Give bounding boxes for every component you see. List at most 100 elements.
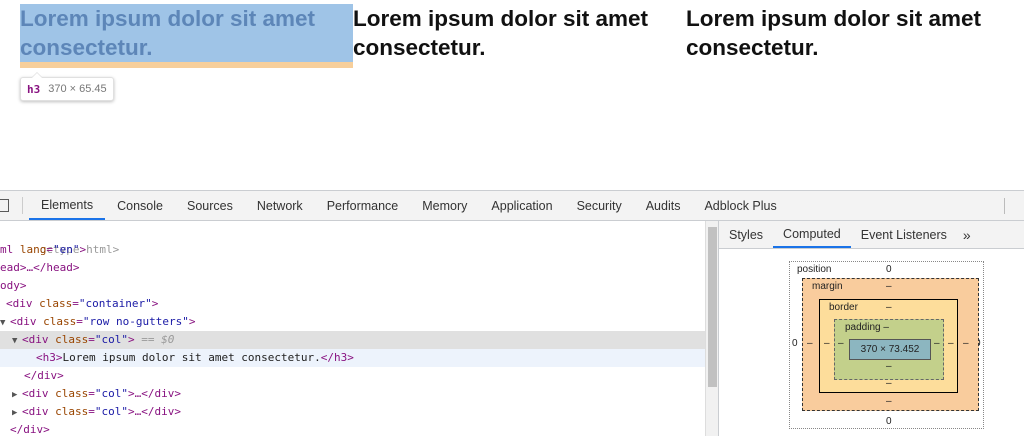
margin-top-value[interactable]: –: [886, 281, 892, 292]
node-attr: lang: [19, 243, 47, 256]
node-attr-value: "en": [53, 243, 80, 256]
node-close: >: [188, 315, 196, 328]
border-right-value[interactable]: –: [948, 338, 954, 349]
collapse-triangle-icon[interactable]: ▼: [12, 332, 22, 350]
node-tag: ml: [0, 243, 14, 256]
heading-text: Lorem ipsum dolor sit amet consectetur.: [686, 6, 982, 60]
tab-styles[interactable]: Styles: [719, 221, 773, 248]
node-tag: <div: [22, 405, 49, 418]
node-tag: <div: [6, 297, 33, 310]
border-top-value[interactable]: –: [886, 302, 892, 313]
tab-adblock-plus[interactable]: Adblock Plus: [692, 191, 788, 220]
tree-node[interactable]: </div>: [0, 421, 705, 439]
margin-right-value[interactable]: –: [963, 338, 969, 349]
tooltip-tag: h3: [27, 82, 41, 96]
selected-marker: == $0: [134, 333, 175, 346]
heading-text: Lorem ipsum dolor sit amet consectetur.: [20, 6, 316, 60]
node-tag: <div: [22, 387, 49, 400]
tree-node[interactable]: <div class="container">: [0, 295, 705, 313]
node-text: Lorem ipsum dolor sit amet consectetur.: [62, 351, 321, 364]
tree-node[interactable]: </div>: [0, 367, 705, 385]
node-close: >: [128, 333, 135, 346]
tab-separator: [22, 197, 23, 214]
margin-label: margin: [812, 281, 843, 292]
collapse-triangle-icon[interactable]: ▼: [0, 314, 10, 332]
dock-side-icon[interactable]: [0, 191, 14, 220]
expand-triangle-icon[interactable]: ▶: [12, 386, 22, 404]
node-tag: <div: [22, 333, 49, 346]
elements-scrollbar[interactable]: [705, 221, 719, 436]
margin-highlight: [20, 62, 353, 68]
node-tag: ody>: [0, 279, 27, 292]
node-tag: <div: [10, 315, 37, 328]
position-label: position: [797, 264, 832, 275]
node-tag: <h3>: [36, 351, 63, 364]
devtools-panel: Elements Console Sources Network Perform…: [0, 190, 1024, 436]
content-size[interactable]: 370 × 73.452: [861, 344, 920, 355]
more-tabs-icon[interactable]: »: [957, 221, 977, 248]
tree-node-h3[interactable]: <h3>Lorem ipsum dolor sit amet consectet…: [0, 349, 705, 367]
tab-sources[interactable]: Sources: [175, 191, 245, 220]
tab-console[interactable]: Console: [105, 191, 175, 220]
node-attr: class: [55, 405, 89, 418]
scrollbar-thumb[interactable]: [708, 227, 717, 387]
tree-node-selected[interactable]: ▼ <div class="col"> == $0: [0, 331, 705, 349]
node-close: >…</div>: [128, 387, 181, 400]
tabbar-end: [1000, 191, 1024, 220]
node-close: </h3>: [320, 351, 354, 364]
node-attr-value: "col": [94, 405, 128, 418]
heading-text: Lorem ipsum dolor sit amet consectetur.: [353, 6, 649, 60]
col-heading[interactable]: Lorem ipsum dolor sit amet consectetur.: [353, 4, 686, 62]
position-bottom-value[interactable]: 0: [886, 416, 892, 427]
node-tag: </div>: [24, 369, 64, 382]
node-tag: ead>…</head>: [0, 261, 80, 274]
margin-bottom-value[interactable]: –: [886, 396, 892, 407]
box-content: 370 × 73.452: [849, 339, 931, 360]
page-preview: Lorem ipsum dolor sit amet consectetur. …: [0, 0, 1024, 190]
padding-label[interactable]: padding –: [845, 322, 889, 333]
side-tabbar: Styles Computed Event Listeners »: [719, 221, 1024, 249]
inspect-tooltip: h3 370 × 65.45: [20, 72, 114, 101]
node-close: >: [79, 243, 87, 256]
margin-left-value[interactable]: –: [807, 338, 813, 349]
padding-right-value[interactable]: –: [934, 338, 940, 349]
expand-triangle-icon[interactable]: ▶: [12, 404, 22, 422]
node-tag: </div>: [10, 423, 50, 436]
padding-left-value[interactable]: –: [838, 338, 844, 349]
position-left-value[interactable]: 0: [792, 338, 798, 349]
border-label: border: [829, 302, 858, 313]
tree-node[interactable]: ▶ <div class="col">…</div>: [0, 385, 705, 403]
position-top-value[interactable]: 0: [886, 264, 892, 275]
devtools-tabbar: Elements Console Sources Network Perform…: [0, 191, 1024, 221]
node-attr-value: "container": [78, 297, 152, 310]
computed-panel: Styles Computed Event Listeners » positi…: [719, 221, 1024, 436]
tab-computed[interactable]: Computed: [773, 221, 851, 248]
node-attr-value: "col": [94, 387, 128, 400]
box-model-diagram: position 0 0 0 0 margin – – – – border –…: [789, 261, 984, 429]
col-heading[interactable]: Lorem ipsum dolor sit amet consectetur.: [686, 4, 1019, 62]
tree-node[interactable]: ▶ <div class="col">…</div>: [0, 403, 705, 421]
tab-application[interactable]: Application: [479, 191, 564, 220]
col-heading-selected[interactable]: Lorem ipsum dolor sit amet consectetur.: [20, 4, 353, 68]
tab-performance[interactable]: Performance: [315, 191, 411, 220]
tab-security[interactable]: Security: [565, 191, 634, 220]
tree-node[interactable]: ody>: [0, 277, 705, 295]
node-close: >: [151, 297, 159, 310]
border-left-value[interactable]: –: [824, 338, 830, 349]
padding-bottom-value[interactable]: –: [886, 361, 892, 372]
tree-node[interactable]: ead>…</head>: [0, 259, 705, 277]
tree-node[interactable]: ▼ <div class="row no-gutters">: [0, 313, 705, 331]
tab-audits[interactable]: Audits: [634, 191, 693, 220]
node-close: >…</div>: [128, 405, 181, 418]
tab-elements[interactable]: Elements: [29, 191, 106, 220]
node-attr: class: [43, 315, 77, 328]
tab-memory[interactable]: Memory: [410, 191, 479, 220]
node-attr: class: [55, 387, 89, 400]
node-attr-value: "col": [94, 333, 128, 346]
row-no-gutters: Lorem ipsum dolor sit amet consectetur. …: [20, 4, 1019, 68]
tab-event-listeners[interactable]: Event Listeners: [851, 221, 957, 248]
node-attr: class: [55, 333, 89, 346]
tree-node[interactable]: octype html>: [0, 223, 705, 256]
tab-network[interactable]: Network: [245, 191, 315, 220]
tree-node[interactable]: ml lang="en">: [0, 241, 705, 259]
